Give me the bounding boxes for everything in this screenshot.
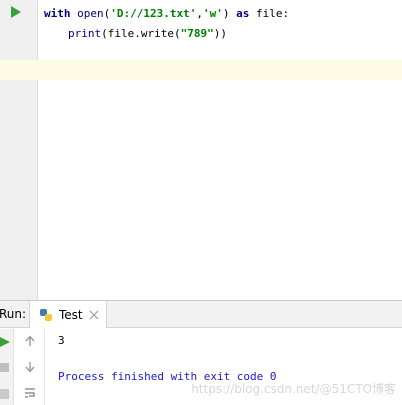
run-header: Run: Test bbox=[0, 301, 402, 328]
builtin-open: open bbox=[77, 7, 104, 20]
console-toolbar bbox=[15, 329, 45, 405]
code-rest-2: )) bbox=[213, 27, 227, 40]
run-label: Run: bbox=[0, 307, 27, 321]
string-value: "789" bbox=[180, 27, 214, 40]
keyword-as: as bbox=[236, 7, 250, 20]
close-icon[interactable] bbox=[89, 310, 99, 320]
soft-wrap-icon[interactable] bbox=[24, 387, 36, 399]
string-path: 'D://123.txt' bbox=[110, 7, 197, 20]
current-line-highlight bbox=[38, 60, 402, 80]
current-line-gutter-highlight bbox=[0, 60, 38, 80]
comma: , bbox=[196, 7, 203, 20]
code-area[interactable]: with open('D://123.txt','w') as file: pr… bbox=[38, 0, 402, 300]
arrow-up-icon[interactable] bbox=[24, 335, 36, 347]
string-mode: 'w' bbox=[202, 7, 223, 20]
run-play-icon[interactable] bbox=[10, 6, 22, 18]
run-left-toolbar bbox=[0, 329, 14, 405]
console-output-line: 3 bbox=[58, 334, 65, 347]
run-tab-test[interactable]: Test bbox=[29, 301, 107, 328]
watermark: https://blog.csdn.net/@51CTO博客 bbox=[191, 382, 396, 396]
editor-gutter bbox=[0, 0, 38, 300]
rerun-icon[interactable] bbox=[0, 337, 10, 347]
run-tool-window: Run: Test 3 Process finished with exit c… bbox=[0, 300, 402, 405]
ide-window: with open('D://123.txt','w') as file: pr… bbox=[0, 0, 402, 405]
python-icon bbox=[40, 308, 52, 321]
builtin-print: print bbox=[68, 27, 102, 40]
code-rest-1: (file.write( bbox=[101, 27, 181, 40]
stop-icon[interactable] bbox=[0, 363, 9, 372]
code-line-2[interactable]: print(file.write("789")) bbox=[68, 24, 227, 44]
arrow-down-icon[interactable] bbox=[24, 361, 36, 373]
code-editor[interactable]: with open('D://123.txt','w') as file: pr… bbox=[0, 0, 402, 300]
pin-icon[interactable] bbox=[0, 389, 9, 399]
identifier-file: file: bbox=[255, 7, 290, 20]
keyword-with: with bbox=[44, 7, 71, 20]
code-line-1[interactable]: with open('D://123.txt','w') as file: bbox=[44, 4, 289, 24]
paren-close: ) bbox=[222, 7, 230, 20]
tab-label: Test bbox=[59, 307, 83, 322]
